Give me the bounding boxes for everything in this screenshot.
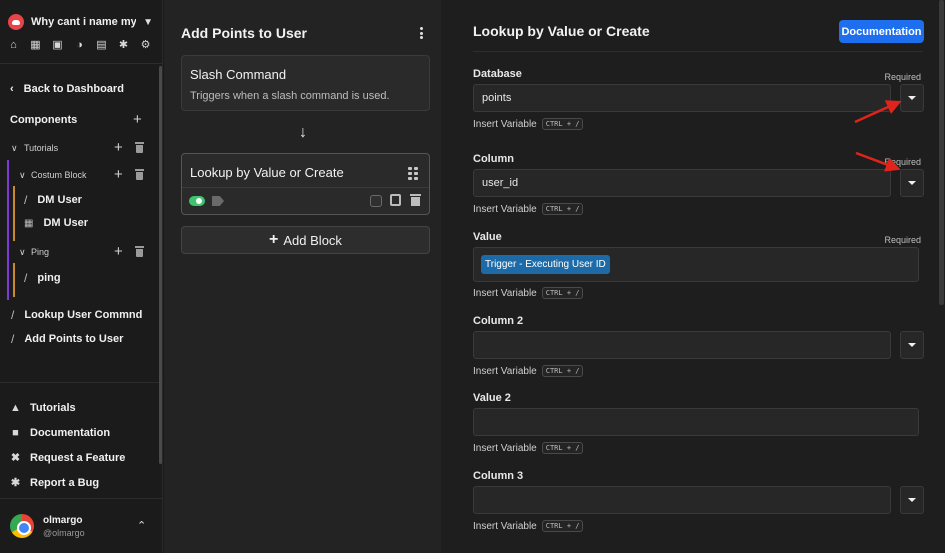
- annotation-arrows: [854, 100, 902, 172]
- annotation-arrow: [854, 100, 902, 124]
- annotation-arrow: [855, 151, 901, 172]
